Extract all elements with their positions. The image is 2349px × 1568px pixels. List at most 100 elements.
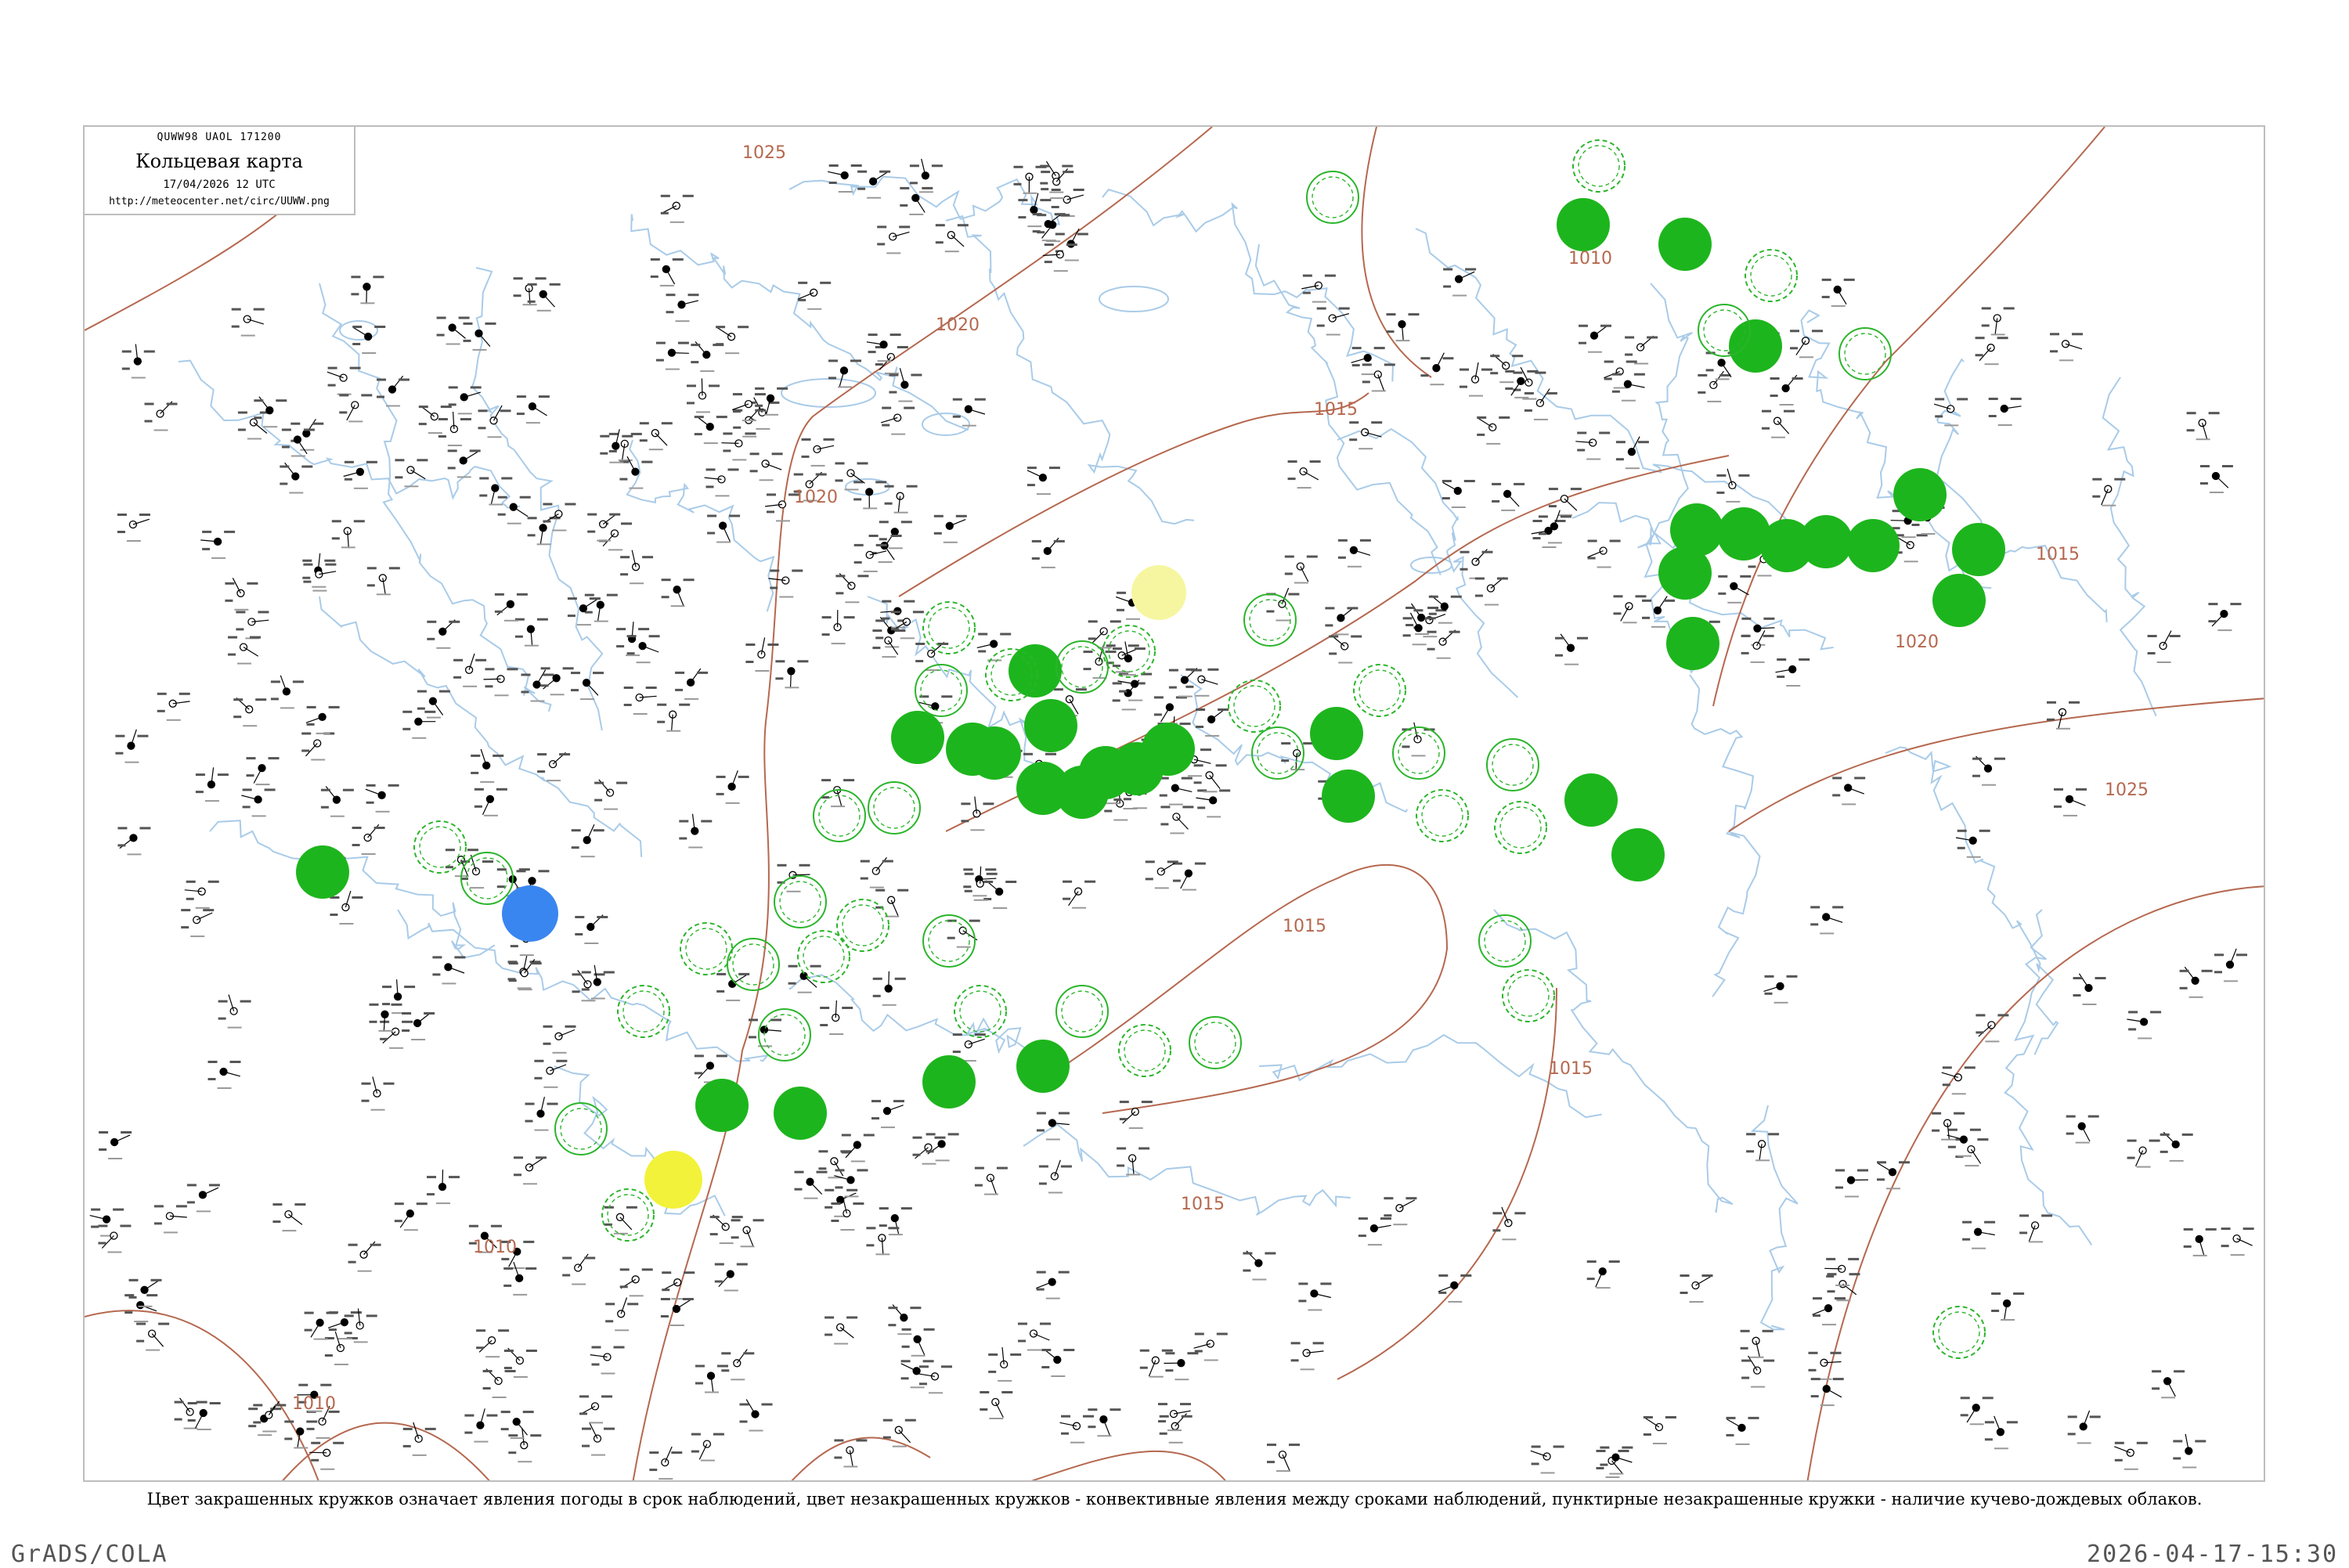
station-dot (1628, 449, 1635, 456)
pressure-glyph (536, 1156, 547, 1159)
pressure-glyph (294, 1203, 305, 1206)
temp-glyph (1420, 357, 1430, 359)
station-plot (321, 787, 354, 817)
station-name-glyph (2059, 359, 2073, 361)
temp-glyph (2054, 788, 2063, 791)
station-plot (661, 1298, 694, 1326)
temp-glyph (740, 1404, 749, 1406)
temp-glyph (1741, 618, 1751, 620)
pressure-glyph (2209, 412, 2220, 414)
station-name-glyph (1597, 1287, 1611, 1289)
temp-glyph (767, 493, 776, 496)
pressure-glyph (1200, 748, 1211, 751)
temp-glyph (367, 567, 377, 569)
temp-glyph (572, 973, 582, 975)
convective-ring-marker (1745, 250, 1797, 301)
temp-glyph (568, 597, 577, 600)
temp-glyph (157, 693, 167, 695)
temp-glyph (1146, 860, 1155, 863)
station-name-glyph (897, 1333, 911, 1335)
temp-glyph (975, 1167, 984, 1170)
pressure-glyph (1957, 398, 1968, 400)
station-name-glyph (591, 1454, 605, 1456)
station-name-glyph (218, 1087, 232, 1089)
temp-glyph (755, 387, 764, 390)
pressure-glyph (2076, 788, 2087, 791)
wind-barb (483, 799, 490, 815)
station-name-glyph (972, 895, 987, 896)
pressure-glyph (594, 829, 604, 831)
temp-glyph (348, 1244, 358, 1246)
station-name-glyph (341, 546, 355, 548)
temp-glyph (301, 733, 311, 735)
station-plot (1947, 1129, 1981, 1157)
pressure-glyph (2004, 307, 2015, 309)
station-name-glyph (164, 1231, 178, 1233)
pressure-glyph (1626, 361, 1637, 363)
dewpoint-glyph (891, 628, 899, 630)
station-plot (1790, 330, 1823, 358)
pressure-glyph (767, 643, 778, 646)
pressure-glyph (2174, 1370, 2185, 1372)
station-plot (474, 788, 507, 816)
dewpoint-glyph (464, 1432, 472, 1434)
temp-glyph (1158, 1403, 1167, 1405)
dewpoint-glyph (1298, 1299, 1306, 1302)
pressure-glyph (888, 1227, 899, 1229)
pressure-glyph (208, 881, 219, 883)
station-plot (534, 1060, 567, 1088)
station-dot (922, 172, 929, 179)
dewpoint-glyph (721, 1369, 729, 1372)
pressure-glyph (738, 973, 749, 975)
pressure-glyph (1182, 777, 1193, 780)
dewpoint-glyph (2019, 1231, 2027, 1234)
isobar-label: 1010 (1568, 249, 1612, 269)
wind-barb (479, 333, 490, 347)
station-plot (820, 1000, 853, 1035)
station-name-glyph (241, 335, 255, 337)
wind-barb (392, 376, 403, 389)
temp-glyph (710, 1216, 720, 1218)
dewpoint-glyph (498, 514, 506, 516)
station-name-glyph (1204, 1360, 1218, 1361)
dewpoint-glyph (835, 592, 843, 594)
pressure-glyph (846, 1189, 857, 1191)
pressure-glyph (460, 418, 471, 420)
dewpoint-glyph (307, 723, 315, 726)
dewpoint-glyph (328, 384, 336, 387)
wind-barb (810, 1182, 822, 1195)
wind-barb (699, 1444, 707, 1460)
temp-glyph (592, 1346, 601, 1349)
pressure-glyph (1040, 1323, 1051, 1325)
temp-glyph (1291, 1342, 1301, 1344)
dewpoint-glyph (1525, 409, 1532, 412)
dewpoint-glyph (889, 391, 897, 394)
station-plot (181, 909, 214, 937)
temp-glyph (432, 956, 442, 958)
station-plot (1587, 1260, 1620, 1289)
station-name-glyph (1716, 378, 1730, 380)
pressure-glyph (1854, 777, 1865, 779)
pressure-glyph (351, 1311, 362, 1314)
pressure-glyph (1216, 764, 1227, 766)
dewpoint-glyph (1158, 1420, 1166, 1422)
temp-glyph (1549, 488, 1558, 490)
pressure-glyph (2007, 1421, 2018, 1423)
station-plot (980, 1391, 1012, 1419)
station-name-glyph (843, 1466, 857, 1468)
temp-glyph (528, 283, 537, 286)
wind-barb (254, 768, 262, 783)
station-name-glyph (741, 1245, 755, 1247)
shower-filled-marker (1932, 574, 1986, 627)
dewpoint-glyph (453, 676, 461, 679)
cb-dashed-ring (1500, 807, 1541, 848)
temp-glyph (750, 452, 760, 455)
station-plot (483, 1369, 516, 1398)
dewpoint-glyph (572, 846, 579, 849)
temp-glyph (882, 407, 891, 409)
pressure-glyph (1831, 1352, 1842, 1354)
dewpoint-glyph (1124, 798, 1131, 800)
source-url[interactable]: http://meteocenter.net/circ/UUWW.png (85, 196, 354, 207)
dewpoint-glyph (1403, 634, 1411, 636)
temp-glyph (624, 687, 633, 689)
